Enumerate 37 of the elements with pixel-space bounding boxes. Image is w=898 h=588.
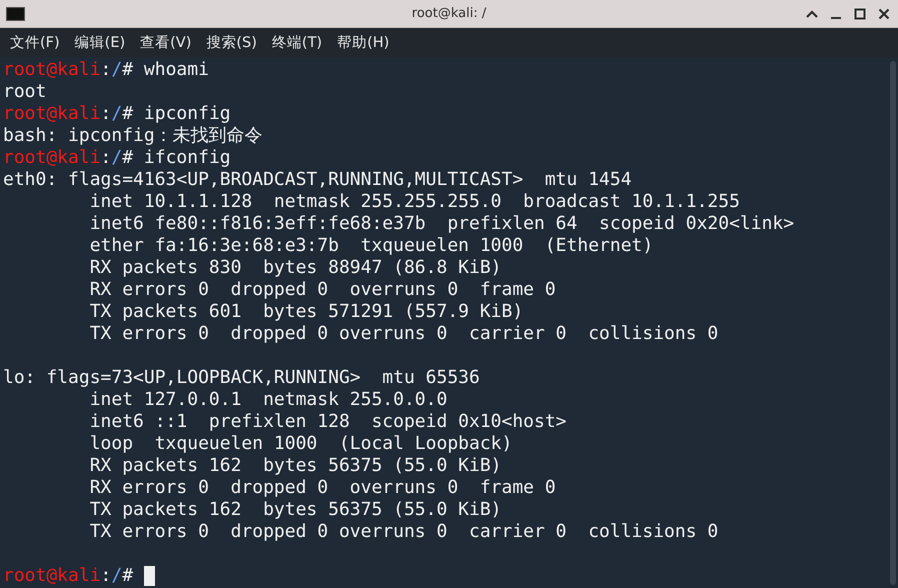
output-line: RX packets 830 bytes 88947 (86.8 KiB)	[88, 257, 502, 279]
scrollbar-thumb[interactable]	[890, 61, 896, 585]
output-line: TX packets 601 bytes 571291 (557.9 KiB)	[88, 301, 524, 323]
prompt-line: root@kali:/# ifconfig	[3, 147, 231, 169]
prompt-line: root@kali:/# whoami	[3, 59, 209, 81]
caret-up-icon	[806, 10, 818, 18]
maximize-icon	[854, 8, 866, 20]
prompt-line: root@kali:/# ipconfig	[3, 103, 231, 125]
output-line: lo: flags=73<UP,LOOPBACK,RUNNING> mtu 65536	[3, 367, 480, 389]
output-line: RX packets 162 bytes 56375 (55.0 KiB)	[88, 455, 502, 477]
output-line: RX errors 0 dropped 0 overruns 0 frame 0	[88, 477, 556, 499]
output-line: TX errors 0 dropped 0 overruns 0 carrier 0 collisions 0	[88, 521, 718, 543]
minimize-icon	[831, 16, 842, 18]
menu-item[interactable]: 文件(F)	[4, 28, 66, 57]
output-line: ether fa:16:3e:68:e3:7b txqueuelen 1000 (Ethernet)	[88, 235, 654, 257]
output-line: TX packets 162 bytes 56375 (55.0 KiB)	[88, 499, 502, 521]
menu-item[interactable]: 搜索(S)	[200, 28, 263, 57]
terminal-icon	[6, 6, 25, 20]
output-line: inet 127.0.0.1 netmask 255.0.0.0	[88, 389, 448, 411]
maximize-button[interactable]	[852, 6, 868, 22]
menu-item[interactable]: 编辑(E)	[68, 28, 132, 57]
output-line: TX errors 0 dropped 0 overruns 0 carrier 0 collisions 0	[88, 323, 718, 345]
prompt-line: root@kali:/#	[3, 565, 134, 587]
output-line: inet 10.1.1.128 netmask 255.255.255.0 broadcast 10.1.1.255	[88, 191, 740, 213]
output-line: inet6 ::1 prefixlen 128 scopeid 0x10<host>	[88, 411, 567, 433]
output-line: eth0: flags=4163<UP,BROADCAST,RUNNING,MULTICAST> mtu 1454	[3, 169, 632, 191]
output-line: inet6 fe80::f816:3eff:fe68:e37b prefixlen 64 scopeid 0x20<link>	[88, 213, 794, 235]
output-line: root	[3, 81, 46, 103]
menu-item[interactable]: 查看(V)	[134, 28, 198, 57]
output-line: RX errors 0 dropped 0 overruns 0 frame 0	[88, 279, 556, 301]
menu-item[interactable]: 帮助(H)	[331, 28, 396, 57]
output-line: loop txqueuelen 1000 (Local Loopback)	[88, 433, 512, 455]
menu-item[interactable]: 终端(T)	[266, 28, 328, 57]
window-title: root@kali: /	[412, 6, 486, 21]
output-line: bash: ipconfig：未找到命令	[3, 125, 263, 147]
close-button[interactable]	[876, 6, 892, 22]
close-icon	[878, 8, 890, 20]
